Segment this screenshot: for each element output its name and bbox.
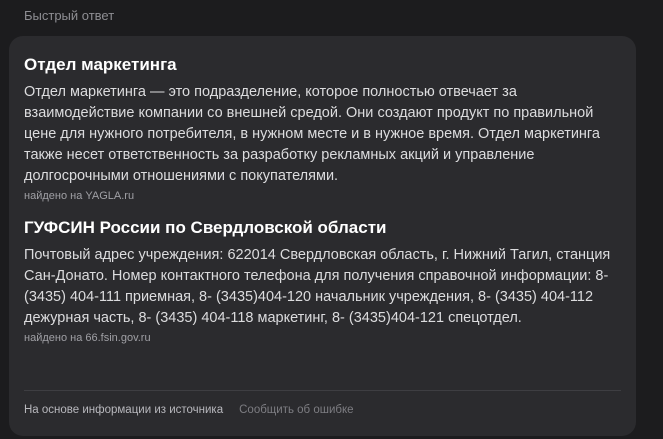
answer-text: Отдел маркетинга — это подразделение, ко…: [24, 84, 600, 184]
answer-source-link[interactable]: найдено на YAGLA.ru: [24, 189, 621, 203]
report-error-link[interactable]: Сообщить об ошибке: [239, 403, 353, 417]
quick-answer-page: Быстрый ответ Отдел маркетинга Отдел мар…: [0, 0, 663, 439]
quick-answer-card: Отдел маркетинга Отдел маркетинга — это …: [9, 36, 636, 436]
based-on-source-link[interactable]: На основе информации из источника: [24, 403, 223, 417]
answer-source-link[interactable]: найдено на 66.fsin.gov.ru: [24, 331, 621, 345]
answer-item: Отдел маркетинга Отдел маркетинга — это …: [24, 54, 621, 203]
answer-text: Почтовый адрес учреждения: 622014 Свердл…: [24, 247, 611, 326]
footer-divider: [24, 390, 621, 391]
card-footer: На основе информации из источника Сообщи…: [24, 403, 354, 417]
answer-title: Отдел маркетинга: [24, 55, 177, 74]
answer-item: ГУФСИН России по Свердловской области По…: [24, 217, 621, 345]
answer-title: ГУФСИН России по Свердловской области: [24, 218, 387, 237]
section-label: Быстрый ответ: [24, 8, 115, 23]
